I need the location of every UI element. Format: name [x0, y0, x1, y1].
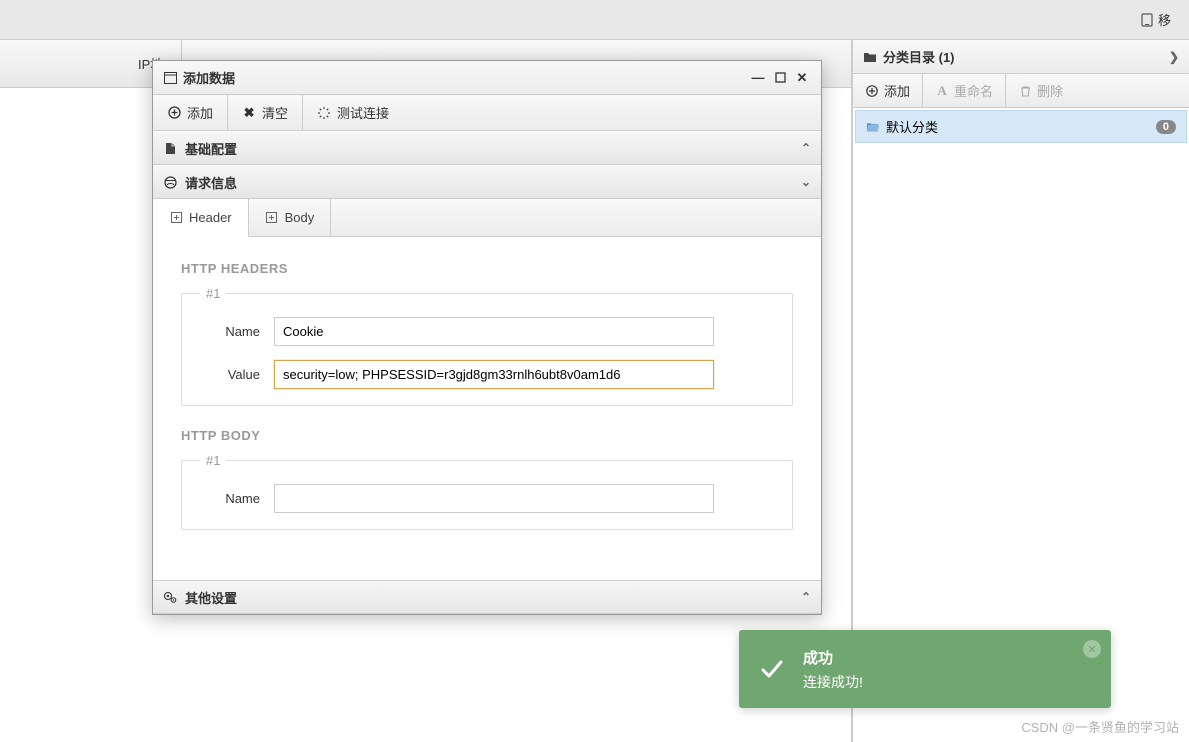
window-icon [163, 71, 177, 85]
chevron-right-icon: ❯ [1169, 50, 1179, 64]
tab-header-label: Header [189, 210, 232, 225]
add-category-button[interactable]: 添加 [853, 74, 923, 107]
dialog-toolbar: 添加 ✖ 清空 测试连接 [153, 95, 821, 131]
accordion-request-info[interactable]: 请求信息 ⌄ [153, 165, 821, 199]
mobile-icon [1140, 13, 1154, 27]
right-panel-title: 分类目录 (1) [883, 47, 955, 66]
toast-close-button[interactable]: ✕ [1083, 640, 1101, 658]
right-panel-toolbar: 添加 A 重命名 删除 [853, 74, 1189, 108]
dialog-clear-label: 清空 [262, 103, 288, 122]
right-panel-header[interactable]: 分类目录 (1) ❯ [853, 40, 1189, 74]
success-toast: 成功 连接成功! ✕ [739, 630, 1111, 708]
body-name-label: Name [200, 491, 274, 506]
dialog-add-label: 添加 [187, 103, 213, 122]
x-icon: ✖ [242, 106, 256, 120]
folder-open-icon [866, 120, 880, 134]
dialog-title-text: 添加数据 [183, 68, 235, 87]
rename-category-label: 重命名 [954, 81, 993, 100]
gears-icon [163, 590, 177, 604]
document-icon [163, 141, 177, 155]
tab-body[interactable]: Body [249, 199, 332, 236]
maximize-button[interactable] [771, 69, 789, 87]
http-body-title: HTTP BODY [181, 428, 793, 443]
tabs-bar: Header Body [153, 199, 821, 237]
tab-header[interactable]: Header [153, 199, 249, 237]
chevron-up-icon: ⌃ [801, 141, 811, 155]
font-icon: A [935, 84, 949, 98]
header-name-input[interactable] [274, 317, 714, 346]
trash-icon [1018, 84, 1032, 98]
delete-category-button[interactable]: 删除 [1006, 74, 1075, 107]
dialog-test-button[interactable]: 测试连接 [303, 95, 403, 130]
top-bar-mobile[interactable]: 移 [1134, 6, 1177, 33]
plus-circle-icon [865, 84, 879, 98]
chevron-down-icon: ⌄ [801, 175, 811, 189]
accordion-basic-config[interactable]: 基础配置 ⌃ [153, 131, 821, 165]
header-value-input[interactable] [274, 360, 714, 389]
plus-square-icon [265, 211, 279, 225]
category-count-badge: 0 [1156, 120, 1176, 134]
accordion-other-label: 其他设置 [185, 588, 237, 607]
rename-category-button[interactable]: A 重命名 [923, 74, 1006, 107]
plus-square-icon [169, 211, 183, 225]
header-name-label: Name [200, 324, 274, 339]
chevron-up-icon: ⌃ [801, 590, 811, 604]
dialog-content[interactable]: HTTP HEADERS #1 Name Value HTTP BODY #1 … [153, 237, 821, 580]
watermark: CSDN @一条贤鱼的学习站 [1021, 717, 1179, 736]
delete-category-label: 删除 [1037, 81, 1063, 100]
dialog-test-label: 测试连接 [337, 103, 389, 122]
spinner-icon [317, 106, 331, 120]
accordion-basic-label: 基础配置 [185, 139, 237, 158]
body-group-1: #1 Name [181, 453, 793, 530]
dialog-titlebar[interactable]: 添加数据 — ✕ [153, 61, 821, 95]
top-bar: 移 [0, 0, 1189, 40]
header-value-label: Value [200, 367, 274, 382]
browser-icon [163, 175, 177, 189]
accordion-request-label: 请求信息 [185, 173, 237, 192]
add-data-dialog: 添加数据 — ✕ 添加 ✖ 清空 测试连接 [152, 60, 822, 615]
minimize-button[interactable]: — [749, 69, 767, 87]
tab-body-label: Body [285, 210, 315, 225]
category-name: 默认分类 [886, 117, 938, 136]
plus-circle-icon [167, 106, 181, 120]
dialog-add-button[interactable]: 添加 [153, 95, 228, 130]
checkmark-icon [757, 654, 787, 684]
http-headers-title: HTTP HEADERS [181, 261, 793, 276]
add-category-label: 添加 [884, 81, 910, 100]
accordion-other-settings[interactable]: 其他设置 ⌃ [153, 580, 821, 614]
category-item-default[interactable]: 默认分类 0 [855, 110, 1187, 143]
body-group-legend: #1 [200, 453, 226, 468]
headers-group-legend: #1 [200, 286, 226, 301]
folder-icon [863, 50, 877, 64]
close-button[interactable]: ✕ [793, 69, 811, 87]
top-bar-mobile-label: 移 [1158, 10, 1171, 29]
dialog-clear-button[interactable]: ✖ 清空 [228, 95, 303, 130]
headers-group-1: #1 Name Value [181, 286, 793, 406]
toast-title: 成功 [803, 647, 1093, 668]
body-name-input[interactable] [274, 484, 714, 513]
toast-message: 连接成功! [803, 672, 1093, 692]
